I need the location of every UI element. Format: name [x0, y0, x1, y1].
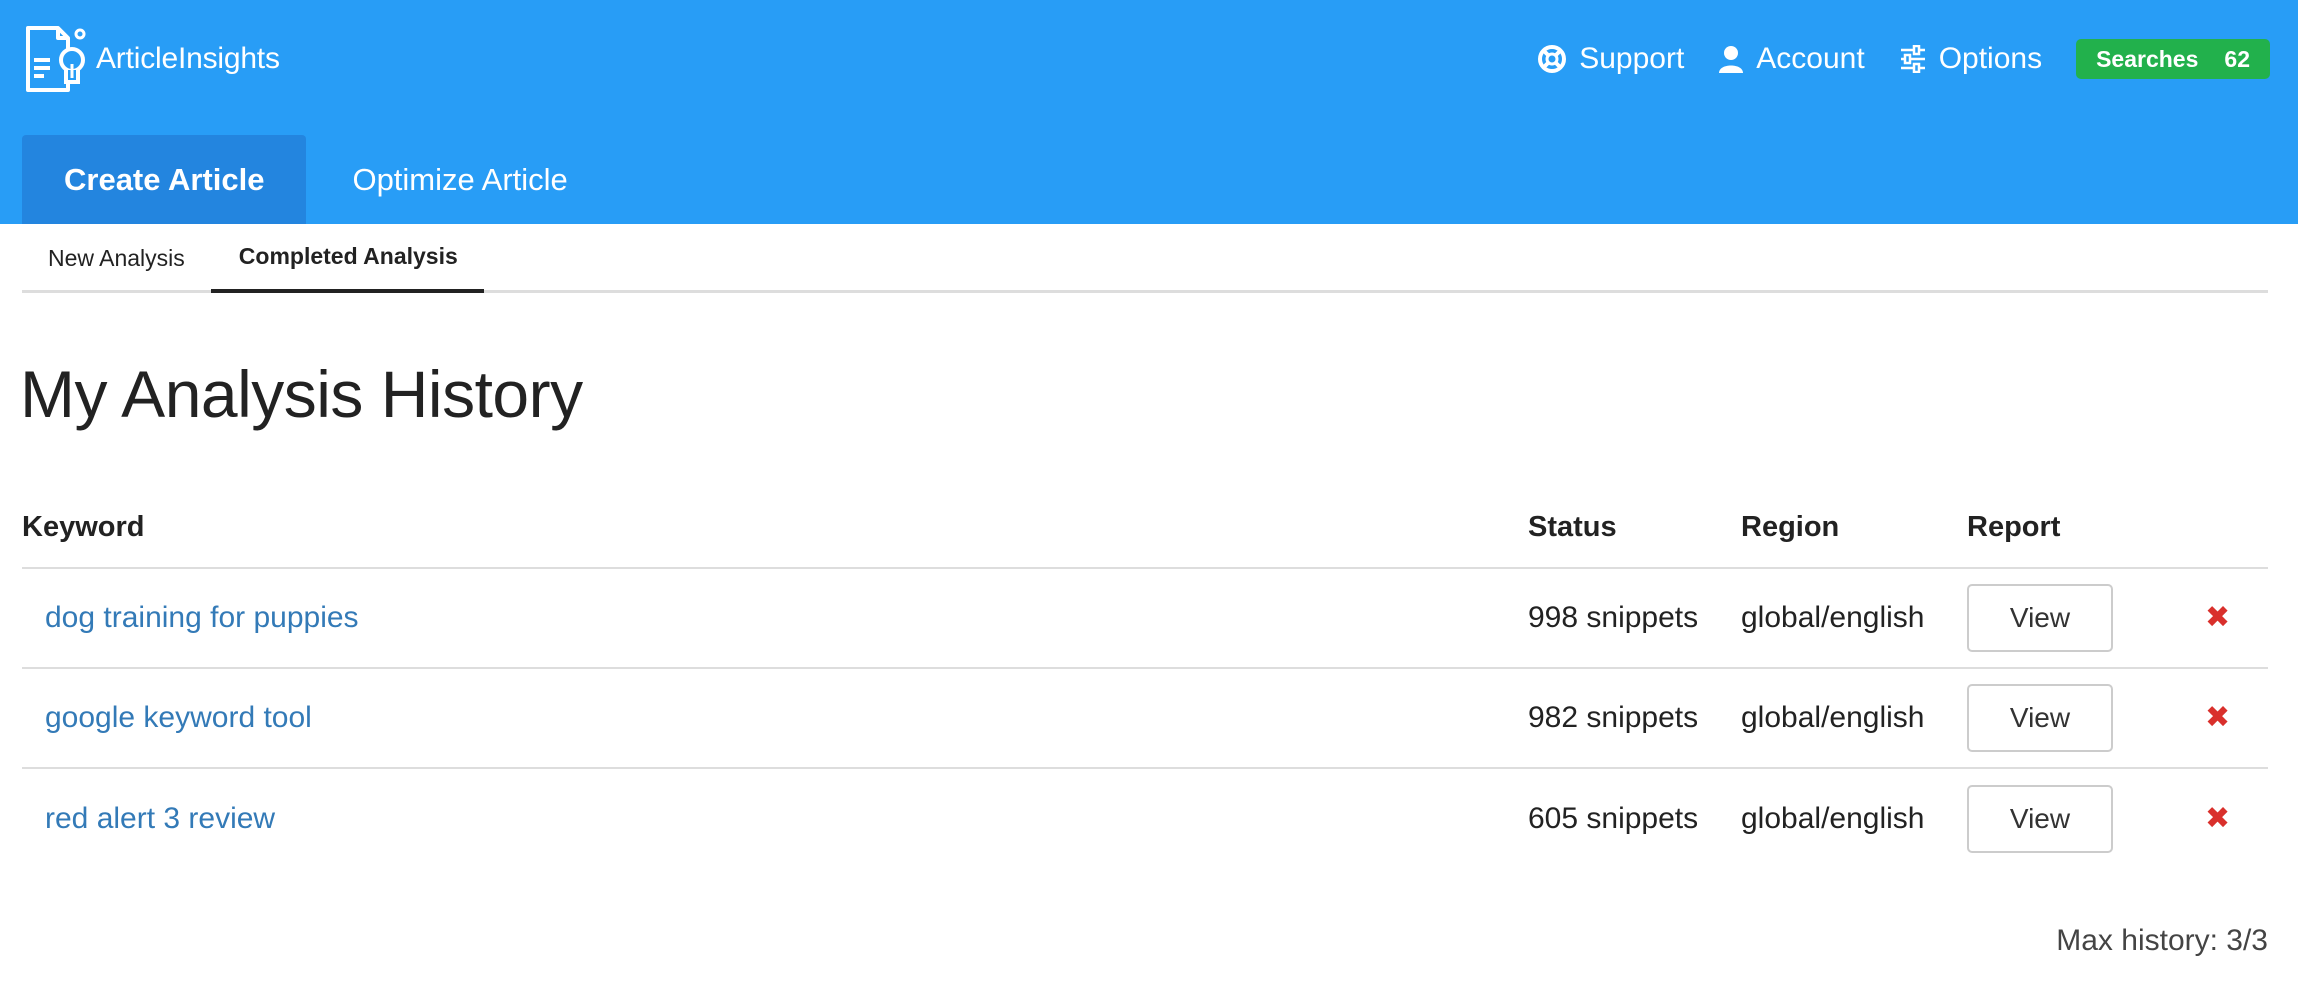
keyword-cell: red alert 3 review [22, 768, 1528, 868]
sub-tabs: New Analysis Completed Analysis [22, 224, 2268, 293]
view-report-button[interactable]: View [1967, 784, 2113, 853]
header-keyword: Keyword [22, 488, 1528, 569]
region-cell: global/english [1741, 801, 1925, 835]
account-link[interactable]: Account [1718, 42, 1865, 76]
subtab-new-analysis[interactable]: New Analysis [22, 224, 211, 293]
options-label: Options [1938, 42, 2043, 75]
delete-cell: ✖ [2175, 768, 2268, 868]
main-tabs: Create Article Optimize Article [22, 135, 568, 224]
delete-cell: ✖ [2175, 568, 2268, 669]
top-nav: Support Account Options Searches 62 [1537, 36, 2270, 82]
delete-icon[interactable]: ✖ [2205, 703, 2230, 733]
status-cell: 982 snippets [1528, 668, 1741, 769]
user-icon [1719, 46, 1744, 73]
header-region: Region [1741, 488, 1967, 569]
keyword-cell: dog training for puppies [22, 568, 1528, 669]
brand-name: ArticleInsights [96, 42, 280, 75]
lifebuoy-icon [1538, 45, 1567, 73]
article-lightbulb-icon [26, 26, 86, 92]
report-cell: View [1967, 668, 2175, 769]
searches-count: 62 [2224, 45, 2250, 72]
view-report-button[interactable]: View [1967, 684, 2113, 752]
region-cell: global/english [1741, 568, 1967, 669]
delete-cell: ✖ [2175, 668, 2268, 769]
region-cell: global/english [1741, 668, 1967, 769]
account-label: Account [1756, 42, 1865, 75]
header-status: Status [1528, 488, 1741, 569]
keyword-link[interactable]: google keyword tool [45, 701, 312, 735]
max-history-text: Max history: 3/3 [2056, 924, 2268, 957]
sliders-icon [1900, 45, 1925, 73]
table-row: dog training for puppies 998 snippets gl… [22, 568, 2268, 669]
brand[interactable]: ArticleInsights [22, 20, 280, 98]
delete-icon[interactable]: ✖ [2205, 603, 2230, 633]
searches-badge: Searches 62 [2076, 39, 2270, 79]
status-cell: 605 snippets [1528, 801, 1699, 835]
tab-create-article[interactable]: Create Article [22, 135, 307, 224]
subtab-completed-analysis[interactable]: Completed Analysis [210, 224, 484, 293]
report-cell: View [1967, 568, 2175, 669]
table-row: red alert 3 review 605 snippets global/e… [22, 768, 2268, 868]
report-cell: View [1967, 768, 2175, 868]
page-title: My Analysis History [20, 357, 583, 431]
keyword-link[interactable]: red alert 3 review [45, 802, 275, 836]
header-report: Report [1967, 488, 2175, 569]
keyword-cell: google keyword tool [22, 668, 1528, 769]
header-delete [2175, 488, 2268, 569]
table-row: google keyword tool 982 snippets global/… [22, 668, 2268, 769]
options-link[interactable]: Options [1899, 42, 2042, 76]
delete-icon[interactable]: ✖ [2205, 803, 2230, 834]
status-cell: 998 snippets [1528, 568, 1741, 669]
analysis-history-table: Keyword Status Region Report dog trainin… [22, 488, 2268, 868]
searches-label: Searches [2096, 45, 2199, 72]
tab-optimize-article[interactable]: Optimize Article [306, 135, 567, 224]
support-label: Support [1579, 42, 1685, 75]
app-header: ArticleInsights Support Account Options … [0, 0, 2298, 224]
view-report-button[interactable]: View [1967, 584, 2113, 652]
table-header-row: Keyword Status Region Report [22, 488, 2268, 569]
keyword-link[interactable]: dog training for puppies [45, 601, 359, 635]
support-link[interactable]: Support [1537, 42, 1684, 76]
